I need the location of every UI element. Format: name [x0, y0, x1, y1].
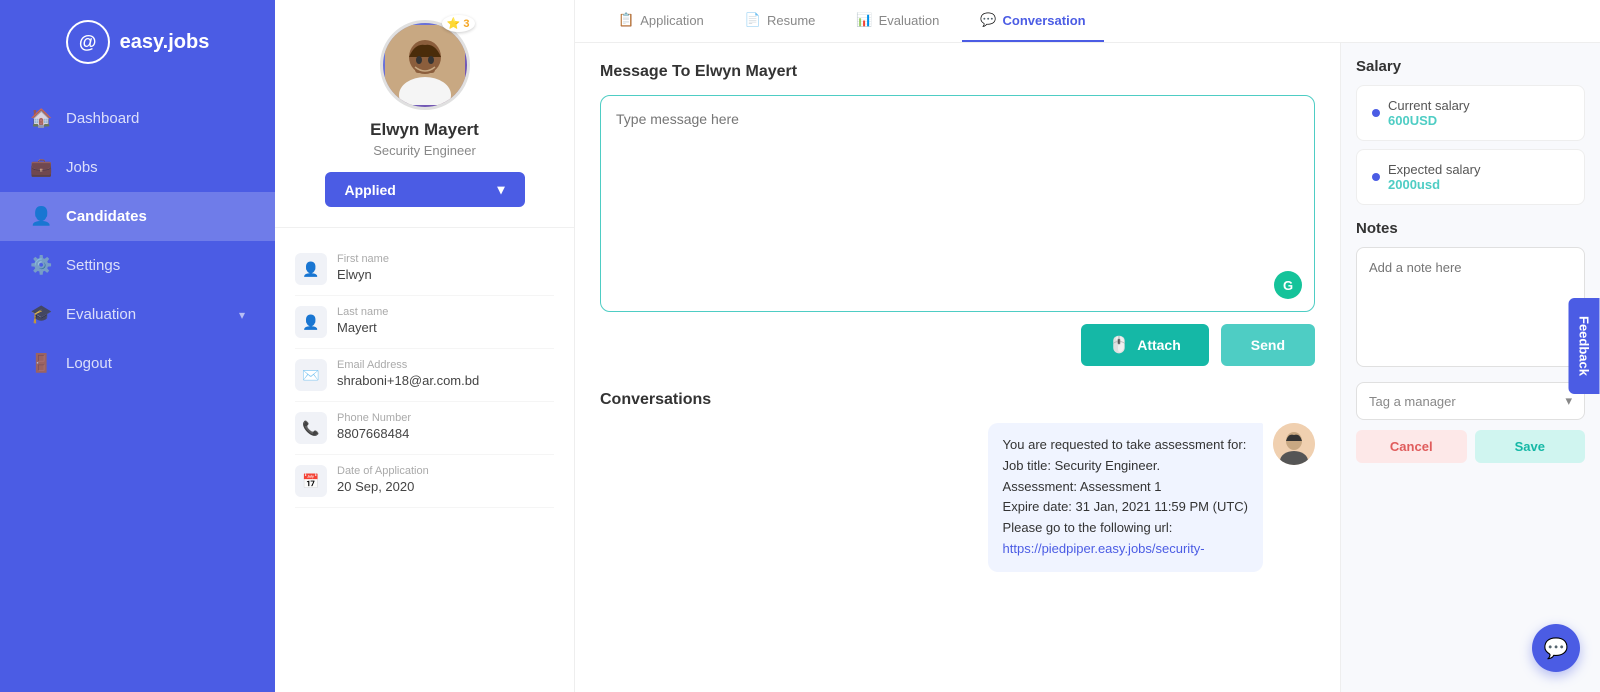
home-icon: 🏠 — [30, 108, 52, 129]
notes-title: Notes — [1356, 220, 1585, 237]
profile-panel: ⭐ 3 Elwyn Mayert Security Engineer Appli… — [275, 0, 575, 692]
date-icon: 📅 — [295, 465, 327, 497]
sidebar-item-logout[interactable]: 🚪 Logout — [0, 339, 275, 388]
firstname-icon: 👤 — [295, 253, 327, 285]
salary-dot-expected — [1372, 173, 1380, 181]
sidebar-item-candidates[interactable]: 👤 Candidates — [0, 192, 275, 241]
sidebar-item-settings[interactable]: ⚙️ Settings — [0, 241, 275, 290]
tab-conversation[interactable]: 💬 Conversation — [962, 0, 1103, 42]
candidates-icon: 👤 — [30, 206, 52, 227]
salary-dot — [1372, 109, 1380, 117]
phone-icon: 📞 — [295, 412, 327, 444]
message-actions: 🖱️ Attach Send — [600, 324, 1315, 366]
lastname-icon: 👤 — [295, 306, 327, 338]
sidebar-item-label: Settings — [66, 257, 120, 274]
sidebar: @ easy.jobs 🏠 Dashboard 💼 Jobs 👤 Candida… — [0, 0, 275, 692]
avatar — [380, 20, 470, 110]
sidebar-item-label: Jobs — [66, 159, 98, 176]
evaluation-icon: 🎓 — [30, 304, 52, 325]
expected-salary-label: Expected salary — [1388, 162, 1481, 177]
profile-header: ⭐ 3 Elwyn Mayert Security Engineer Appli… — [275, 0, 574, 228]
sidebar-logo: @ easy.jobs — [46, 20, 230, 64]
profile-fields: 👤 First name Elwyn 👤 Last name Mayert ✉️… — [275, 228, 574, 523]
field-email: ✉️ Email Address shraboni+18@ar.com.bd — [295, 349, 554, 402]
sidebar-item-label: Logout — [66, 355, 112, 372]
cancel-button[interactable]: Cancel — [1356, 430, 1467, 463]
settings-icon: ⚙️ — [30, 255, 52, 276]
avatar-wrap: ⭐ 3 — [380, 20, 470, 110]
tab-evaluation[interactable]: 📊 Evaluation — [838, 0, 957, 42]
field-date: 📅 Date of Application 20 Sep, 2020 — [295, 455, 554, 508]
logo-text: easy.jobs — [120, 31, 210, 54]
notes-section: Notes Tag a manager ▾ Cancel Save — [1356, 220, 1585, 463]
applied-button[interactable]: Applied ▾ — [325, 172, 525, 207]
field-firstname: 👤 First name Elwyn — [295, 243, 554, 296]
jobs-icon: 💼 — [30, 157, 52, 178]
sidebar-nav: 🏠 Dashboard 💼 Jobs 👤 Candidates ⚙️ Setti… — [0, 94, 275, 388]
field-lastname: 👤 Last name Mayert — [295, 296, 554, 349]
message-input[interactable] — [616, 111, 1299, 291]
main-body: Message To Elwyn Mayert G 🖱️ Attach Send — [575, 43, 1600, 692]
feedback-tab[interactable]: Feedback — [1569, 298, 1600, 394]
conversation-bubble: You are requested to take assessment for… — [600, 423, 1315, 572]
chat-bubble-button[interactable]: 💬 — [1532, 624, 1580, 672]
tabs-bar: 📋 Application 📄 Resume 📊 Evaluation 💬 Co… — [575, 0, 1600, 43]
chevron-down-icon: ▾ — [1565, 393, 1572, 409]
tab-resume[interactable]: 📄 Resume — [727, 0, 834, 42]
logo-icon: @ — [66, 20, 110, 64]
send-button[interactable]: Send — [1221, 324, 1315, 366]
star-badge: ⭐ 3 — [442, 15, 475, 32]
chat-icon: 💬 — [1544, 636, 1569, 661]
conversation-tab-icon: 💬 — [980, 12, 996, 28]
evaluation-tab-icon: 📊 — [856, 12, 872, 28]
sidebar-item-jobs[interactable]: 💼 Jobs — [0, 143, 275, 192]
expected-salary-value: 2000usd — [1388, 177, 1440, 192]
message-section: Message To Elwyn Mayert G 🖱️ Attach Send — [600, 63, 1315, 366]
conversations-section: Conversations You are requested to take … — [600, 391, 1315, 572]
conv-avatar — [1273, 423, 1315, 465]
sidebar-item-label: Evaluation — [66, 306, 136, 323]
message-box: G — [600, 95, 1315, 312]
note-actions: Cancel Save — [1356, 430, 1585, 463]
sidebar-item-label: Dashboard — [66, 110, 139, 127]
salary-title: Salary — [1356, 58, 1585, 75]
current-salary-value: 600USD — [1388, 113, 1437, 128]
email-icon: ✉️ — [295, 359, 327, 391]
current-salary-label: Current salary — [1388, 98, 1470, 113]
sidebar-item-label: Candidates — [66, 208, 147, 225]
conv-bubble-inner: You are requested to take assessment for… — [988, 423, 1315, 572]
conversations-title: Conversations — [600, 391, 1315, 409]
current-salary-card: Current salary 600USD — [1356, 85, 1585, 141]
resume-tab-icon: 📄 — [745, 12, 761, 28]
sidebar-item-evaluation[interactable]: 🎓 Evaluation ▾ — [0, 290, 275, 339]
cursor-icon: 🖱️ — [1109, 335, 1129, 355]
message-title: Message To Elwyn Mayert — [600, 63, 1315, 81]
notes-input[interactable] — [1356, 247, 1585, 367]
tab-application[interactable]: 📋 Application — [600, 0, 722, 42]
sidebar-item-dashboard[interactable]: 🏠 Dashboard — [0, 94, 275, 143]
profile-job-title: Security Engineer — [373, 143, 476, 158]
right-panel: Salary Current salary 600USD Expected sa… — [1340, 43, 1600, 692]
field-phone: 📞 Phone Number 8807668484 — [295, 402, 554, 455]
assessment-link[interactable]: https://piedpiper.easy.jobs/security- — [1003, 541, 1205, 556]
grammarly-icon: G — [1274, 271, 1302, 299]
tag-manager-label: Tag a manager — [1369, 394, 1456, 409]
save-button[interactable]: Save — [1475, 430, 1586, 463]
attach-button[interactable]: 🖱️ Attach — [1081, 324, 1208, 366]
conv-text: You are requested to take assessment for… — [988, 423, 1263, 572]
tag-manager-dropdown[interactable]: Tag a manager ▾ — [1356, 382, 1585, 420]
conversation-panel: Message To Elwyn Mayert G 🖱️ Attach Send — [575, 43, 1340, 692]
main-content: 📋 Application 📄 Resume 📊 Evaluation 💬 Co… — [575, 0, 1600, 692]
expected-salary-card: Expected salary 2000usd — [1356, 149, 1585, 205]
application-tab-icon: 📋 — [618, 12, 634, 28]
logout-icon: 🚪 — [30, 353, 52, 374]
profile-name: Elwyn Mayert — [370, 120, 479, 140]
